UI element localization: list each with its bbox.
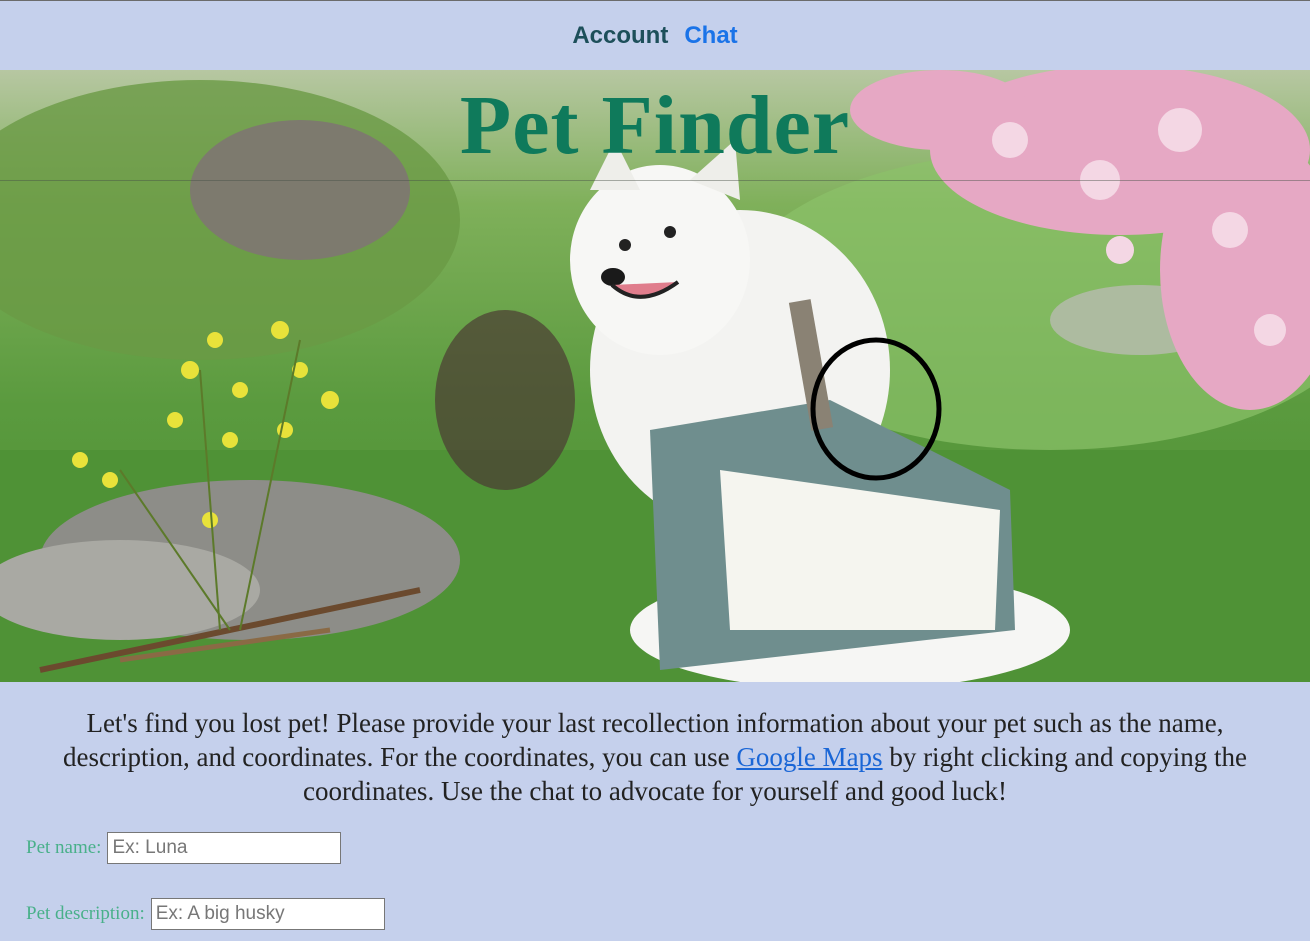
pet-name-label: Pet name: xyxy=(26,837,102,858)
hero-banner: Pet Finder xyxy=(0,70,1310,682)
google-maps-link[interactable]: Google Maps xyxy=(736,742,882,772)
pet-name-input[interactable] xyxy=(107,832,342,864)
page-title: Pet Finder xyxy=(459,79,851,172)
pet-description-label: Pet description: xyxy=(26,903,145,924)
pet-description-input[interactable] xyxy=(150,898,385,930)
nav-account-link[interactable]: Account xyxy=(572,22,668,50)
top-nav: Account Chat xyxy=(0,0,1310,70)
pet-name-row: Pet name: xyxy=(26,832,342,864)
pet-description-row: Pet description: xyxy=(26,898,385,930)
intro-paragraph: Let's find you lost pet! Please provide … xyxy=(20,706,1290,808)
nav-chat-link[interactable]: Chat xyxy=(684,22,737,50)
